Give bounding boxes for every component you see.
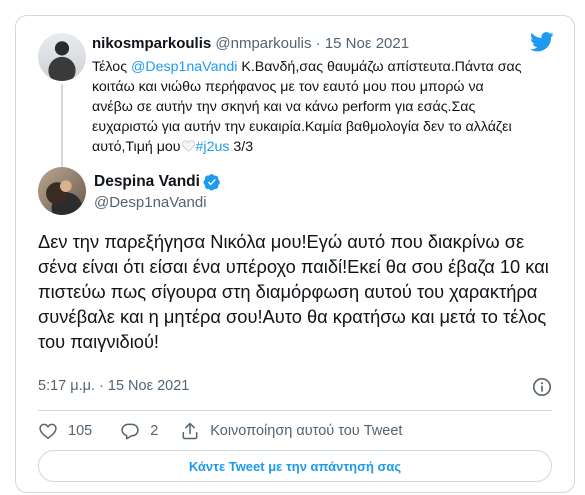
verified-badge-icon [203,174,220,191]
share-label: Κοινοποίηση αυτού του Tweet [210,423,403,439]
parent-display-name[interactable]: nikosmparkoulis [92,35,211,52]
parent-text-prefix: Τέλος [92,59,131,75]
twitter-logo-icon[interactable] [530,32,554,52]
parent-separator: · [315,35,321,52]
parent-date[interactable]: 15 Νοε 2021 [325,35,409,52]
tweet-timestamp[interactable]: 5:17 μ.μ. · 15 Νοε 2021 [38,378,189,394]
heart-icon [39,423,57,440]
info-icon[interactable] [532,377,552,397]
parent-tweet-header: nikosmparkoulis @nmparkoulis · 15 Νοε 20… [92,35,409,52]
tweet-card: nikosmparkoulis @nmparkoulis · 15 Νοε 20… [15,15,575,493]
parent-tweet-text: Τέλος @Desp1naVandi Κ.Βανδή,σας θαυμάζω … [92,57,527,157]
reply-tweet-button[interactable]: Κάντε Tweet με την απάντησή σας [38,450,552,482]
white-heart-emoji [181,140,195,152]
reply-icon [121,423,139,440]
share-button[interactable]: Κοινοποίηση αυτού του Tweet [180,421,402,441]
main-handle[interactable]: @Desp1naVandi [94,194,207,211]
main-tweet-text: Δεν την παρεξήγησα Νικόλα μου!Εγώ αυτό π… [38,231,549,352]
reply-count: 2 [150,423,159,439]
parent-thread-count: 3/3 [229,139,254,155]
main-display-name[interactable]: Despina Vandi [94,173,200,191]
parent-handle[interactable]: @nmparkoulis [215,35,311,52]
main-name-row: Despina Vandi [94,173,221,191]
share-icon [182,422,198,440]
thread-connector-line [61,84,63,168]
actions-divider [38,410,552,411]
main-avatar[interactable] [38,167,86,215]
tweet-actions-bar: 105 2 Κοινοποίηση αυτού του Tweet [38,421,402,441]
parent-mention-link[interactable]: @Desp1naVandi [131,59,237,75]
reply-count-button[interactable]: 2 [120,421,158,441]
parent-hashtag-link[interactable]: #j2us [196,139,230,155]
parent-avatar[interactable] [38,33,86,81]
like-button[interactable]: 105 [38,421,92,441]
like-count: 105 [68,423,93,439]
